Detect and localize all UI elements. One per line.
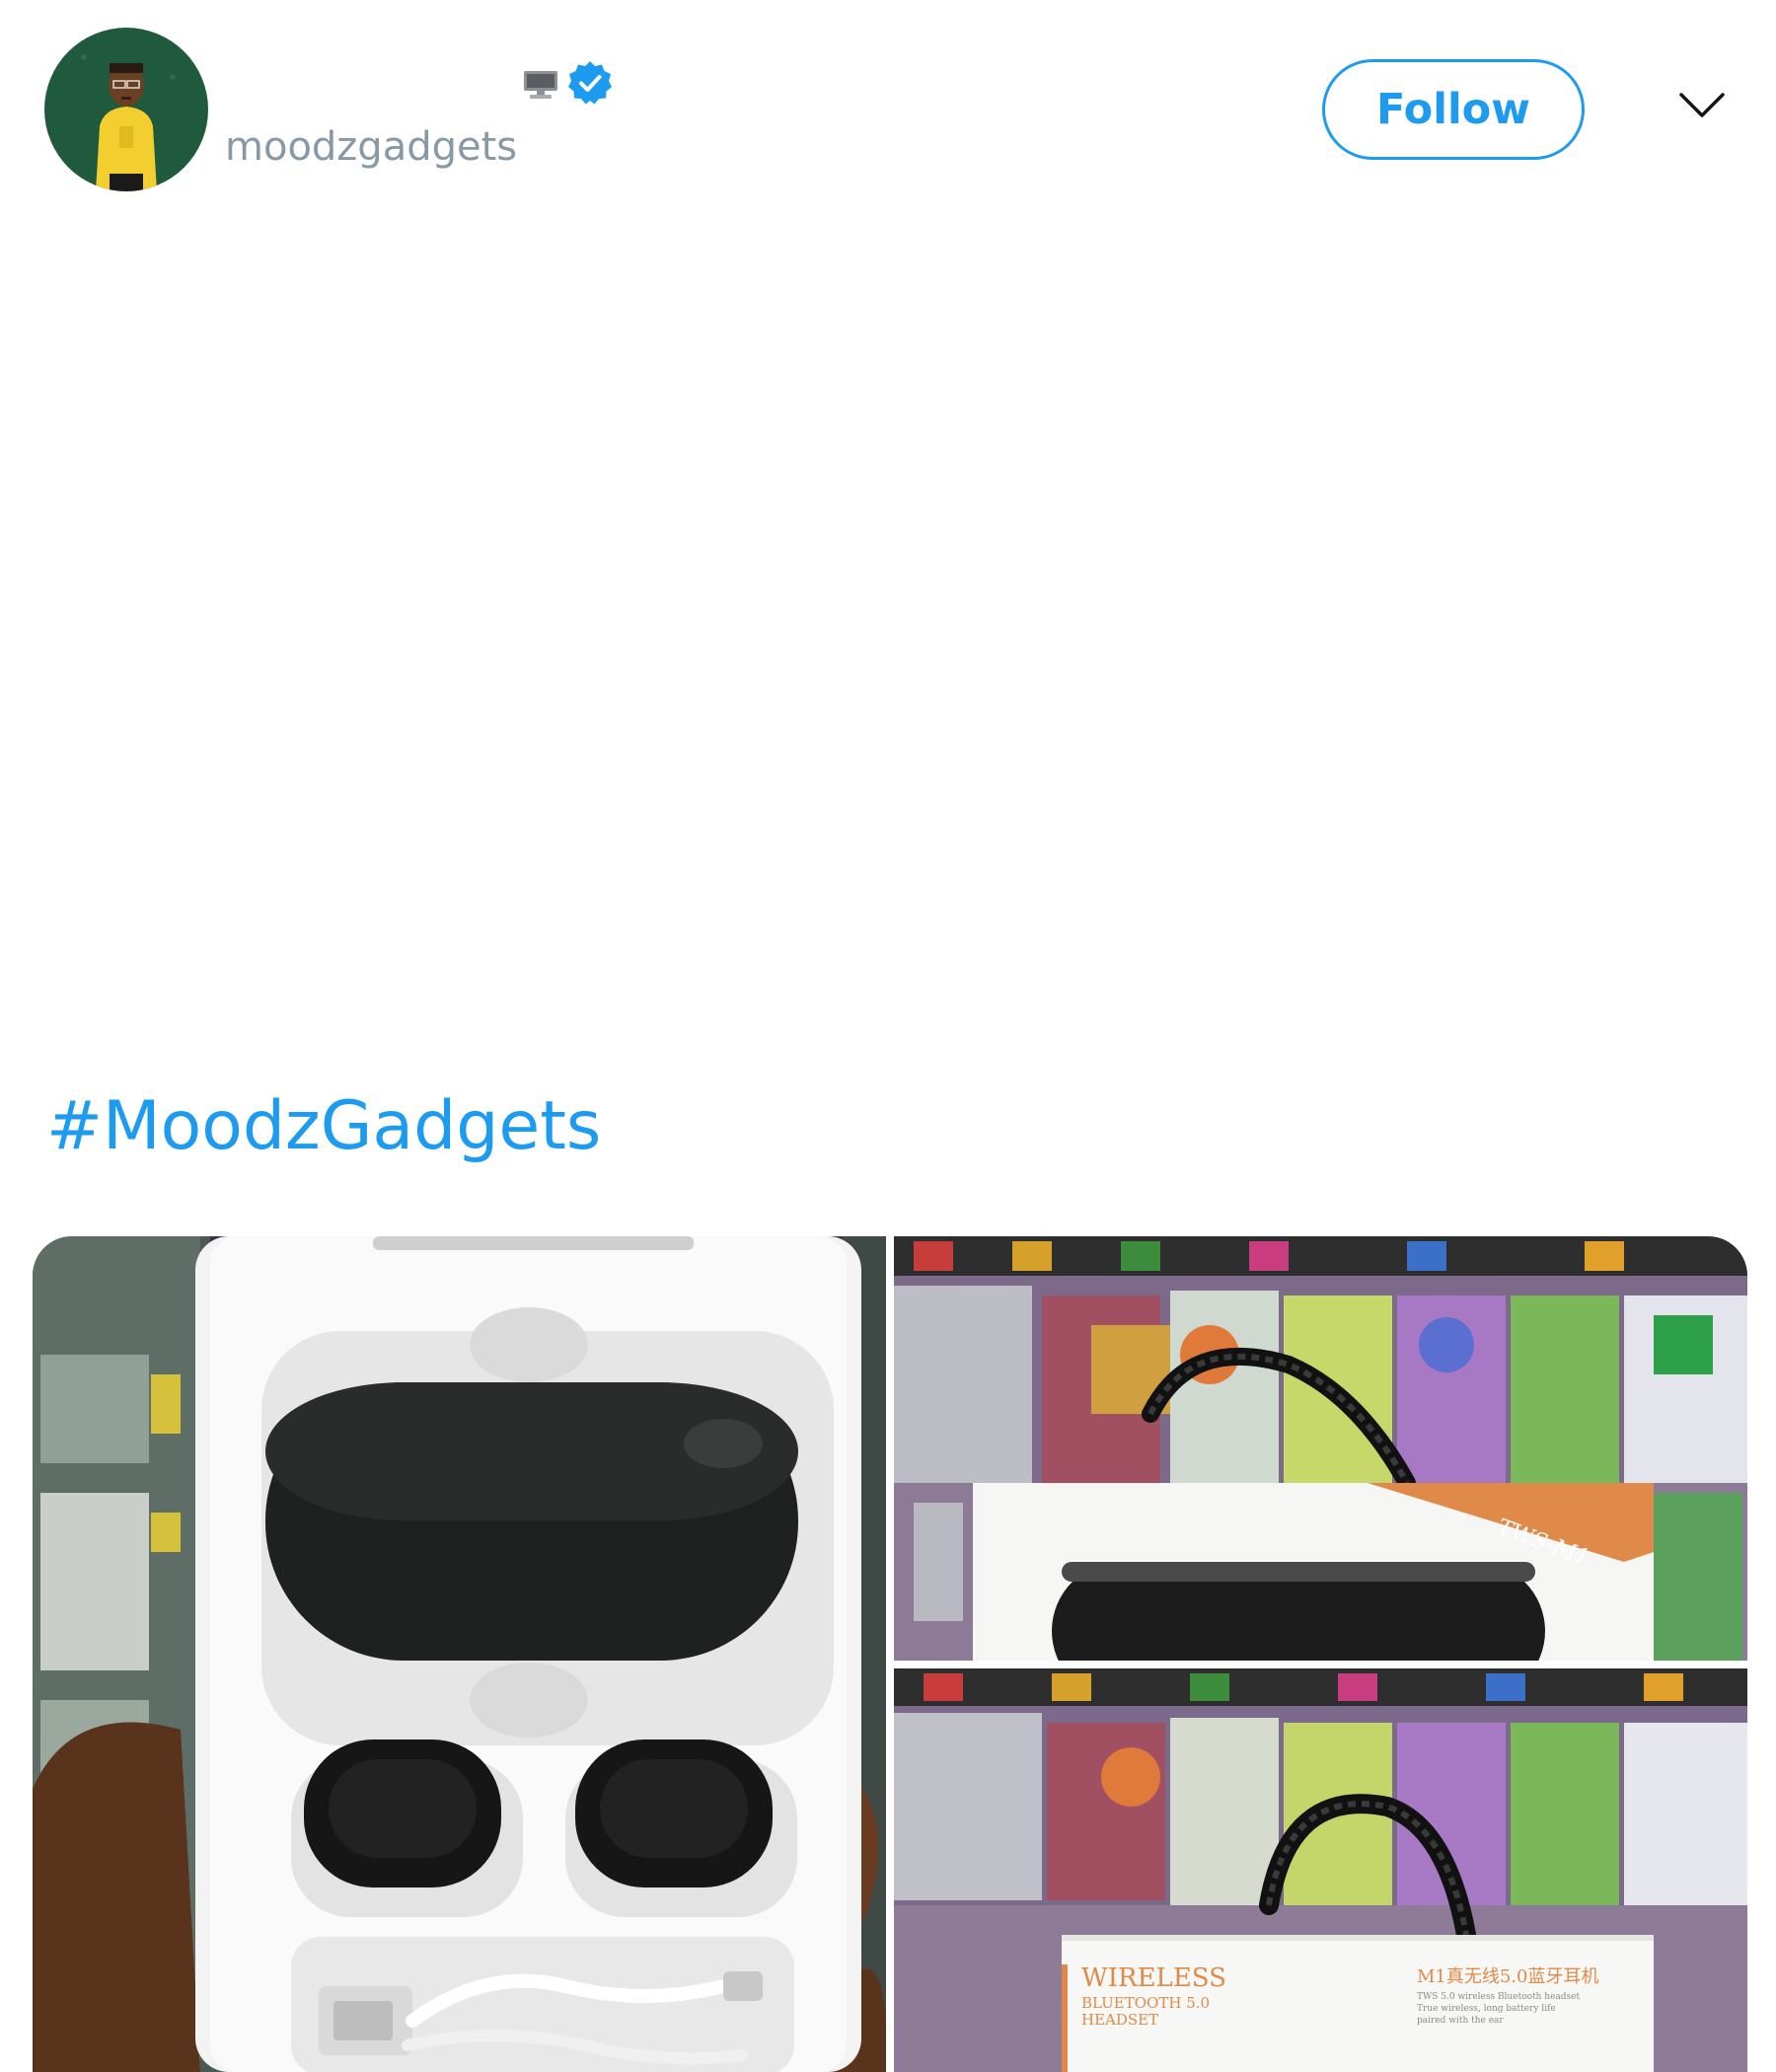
package-subtitle-1: TWS 5.0 wireless Bluetooth headset	[1417, 1992, 1581, 2002]
hashtag-link[interactable]: #MoodzGadgets	[46, 1093, 601, 1160]
verified-badge-icon	[568, 61, 612, 105]
chevron-down-icon[interactable]	[1677, 89, 1727, 122]
user-handle[interactable]: moodzgadgets	[225, 124, 517, 170]
package-wireless-label: WIRELESS	[1081, 1963, 1226, 1993]
photo-package-front[interactable]: WIRELESS BLUETOOTH 5.0 HEADSET M1真无线5.0蓝…	[894, 1668, 1747, 2072]
tweet-text-area	[44, 207, 1732, 1075]
name-row[interactable]	[225, 55, 614, 111]
package-chinese-title: M1真无线5.0蓝牙耳机	[1417, 1966, 1599, 1987]
package-headset-label: HEADSET	[1081, 2011, 1158, 2029]
photo-package-top[interactable]: TWS-M1	[894, 1236, 1747, 1661]
follow-button[interactable]: Follow	[1322, 59, 1585, 160]
package-subtitle-3: paired with the ear	[1417, 2016, 1504, 2026]
photo-earbuds-tray[interactable]	[33, 1236, 886, 2072]
package-bluetooth-label: BLUETOOTH 5.0	[1081, 1994, 1210, 2012]
computer-icon	[524, 71, 557, 99]
package-subtitle-2: True wireless, long battery life	[1417, 2004, 1556, 2014]
avatar[interactable]	[44, 28, 208, 191]
tweet-header: moodzgadgets Follow	[0, 0, 1776, 207]
media-grid: TWS-M1 WIRELESS BLUETOOTH 5.0 HEADSET M1…	[33, 1236, 1747, 2072]
avatar-image	[44, 28, 208, 191]
